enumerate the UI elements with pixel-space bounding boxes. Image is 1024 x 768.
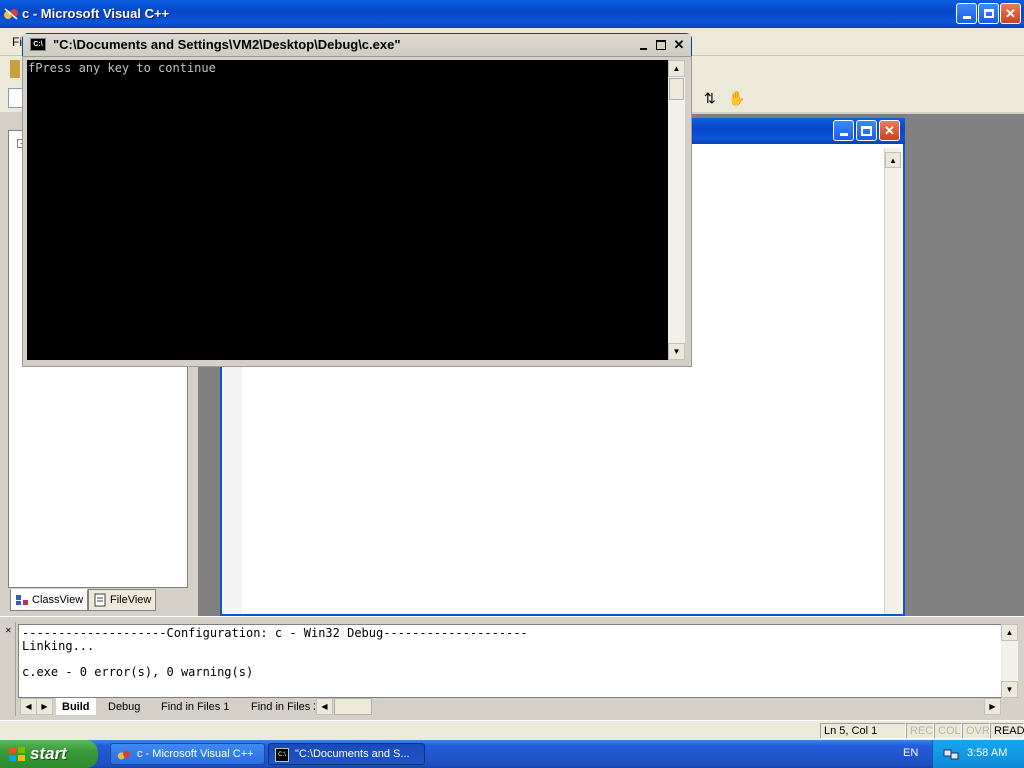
vc-app-icon	[3, 6, 19, 22]
tab-find-in-files-1[interactable]: Find in Files 1	[155, 698, 235, 715]
status-read: READ	[990, 723, 1024, 739]
console-close-button[interactable]: ✕	[670, 36, 688, 54]
console-title-bar[interactable]: C:\ "C:\Documents and Settings\VM2\Deskt…	[23, 34, 691, 56]
restore-icon	[983, 9, 994, 18]
clock[interactable]: 3:58 AM	[967, 747, 1007, 759]
system-tray: 3:58 AM	[932, 740, 1024, 768]
close-icon: ✕	[884, 122, 895, 138]
restore-button[interactable]	[978, 3, 999, 24]
output-hscroll-thumb[interactable]	[334, 698, 372, 715]
minimize-icon	[639, 48, 647, 50]
console-maximize-button[interactable]	[652, 36, 670, 54]
workspace-tabs: ClassView FileView	[8, 588, 198, 612]
tab-fileview-label: FileView	[110, 594, 152, 606]
output-line: Linking...	[22, 639, 95, 653]
console-minimize-button[interactable]	[634, 36, 652, 54]
output-pane-grip[interactable]: ✕	[4, 622, 16, 716]
scroll-down-arrow-icon[interactable]: ▼	[1001, 681, 1018, 698]
console-scroll-thumb[interactable]	[669, 78, 684, 100]
doc-minimize-button[interactable]	[833, 120, 854, 141]
taskbar-button-label: c - Microsoft Visual C++	[137, 748, 254, 760]
console-vertical-scrollbar[interactable]: ▲ ▼	[668, 60, 685, 360]
tab-scroll-right-icon[interactable]: ▶	[36, 698, 53, 715]
main-title-bar[interactable]: c - Microsoft Visual C++ ✕	[0, 0, 1024, 28]
start-label: start	[30, 744, 67, 763]
maximize-icon	[656, 40, 666, 50]
minimize-button[interactable]	[956, 3, 977, 24]
status-bar: Ln 5, Col 1 REC COL OVR READ	[0, 720, 1024, 740]
output-tabs: ◀ ▶ Build Debug Find in Files 1 Find in …	[18, 698, 1018, 716]
output-line: c.exe - 0 error(s), 0 warning(s)	[22, 665, 254, 679]
status-rec: REC	[906, 723, 934, 739]
vc-app-icon	[117, 748, 131, 762]
minimize-icon	[962, 16, 971, 19]
language-indicator[interactable]: EN	[903, 747, 918, 759]
status-ovr: OVR	[962, 723, 990, 739]
hand-icon[interactable]: ✋	[728, 90, 745, 107]
close-icon: ✕	[673, 37, 685, 52]
console-output[interactable]: fPress any key to continue	[27, 60, 668, 360]
console-app-icon: C:\	[30, 38, 46, 51]
maximize-icon	[861, 125, 872, 136]
editor-vertical-scrollbar[interactable]: ▲	[884, 148, 901, 614]
taskbar-button-label: "C:\Documents and S...	[295, 748, 410, 760]
output-vertical-scrollbar[interactable]: ▲ ▼	[1001, 624, 1018, 698]
tab-debug[interactable]: Debug	[102, 698, 146, 715]
scroll-down-arrow-icon[interactable]: ▼	[668, 343, 685, 360]
close-icon[interactable]: ✕	[5, 626, 12, 635]
close-button[interactable]: ✕	[1000, 3, 1021, 24]
network-icon[interactable]	[943, 746, 959, 762]
doc-close-button[interactable]: ✕	[879, 120, 900, 141]
taskbar-button-console[interactable]: C:\ "C:\Documents and S...	[268, 743, 425, 765]
hscroll-right-icon[interactable]: ▶	[984, 698, 1001, 715]
tab-scroll-left-icon[interactable]: ◀	[20, 698, 37, 715]
windows-flag-icon	[8, 746, 26, 762]
hscroll-left-icon[interactable]: ◀	[316, 698, 333, 715]
scroll-up-arrow-icon[interactable]: ▲	[668, 60, 685, 77]
scroll-up-arrow-icon[interactable]: ▲	[1001, 624, 1018, 641]
tab-build[interactable]: Build	[56, 698, 96, 715]
console-app-icon: C:\	[275, 748, 289, 762]
taskbar-button-vc[interactable]: c - Microsoft Visual C++	[110, 743, 265, 765]
minimize-icon	[839, 133, 848, 136]
output-line: --------------------Configuration: c - W…	[22, 626, 528, 640]
scroll-up-arrow-icon[interactable]: ▲	[885, 152, 901, 168]
tab-fileview[interactable]: FileView	[88, 589, 157, 611]
build-output[interactable]: --------------------Configuration: c - W…	[18, 624, 1018, 698]
toolbar-grip	[10, 60, 20, 78]
tab-classview[interactable]: ClassView	[10, 589, 89, 611]
tab-classview-label: ClassView	[32, 594, 84, 606]
fileview-icon	[93, 593, 107, 607]
status-col: COL	[934, 723, 962, 739]
classview-icon	[15, 593, 29, 607]
tab-find-in-files-2[interactable]: Find in Files 2	[245, 698, 315, 715]
doc-maximize-button[interactable]	[856, 120, 877, 141]
status-position: Ln 5, Col 1	[820, 723, 906, 739]
main-window-title: c - Microsoft Visual C++	[22, 6, 170, 21]
console-window-title: "C:\Documents and Settings\VM2\Desktop\D…	[53, 37, 401, 52]
close-icon: ✕	[1005, 5, 1016, 21]
sort-icon[interactable]: ⇅	[704, 90, 716, 107]
start-button[interactable]: start	[0, 740, 98, 768]
